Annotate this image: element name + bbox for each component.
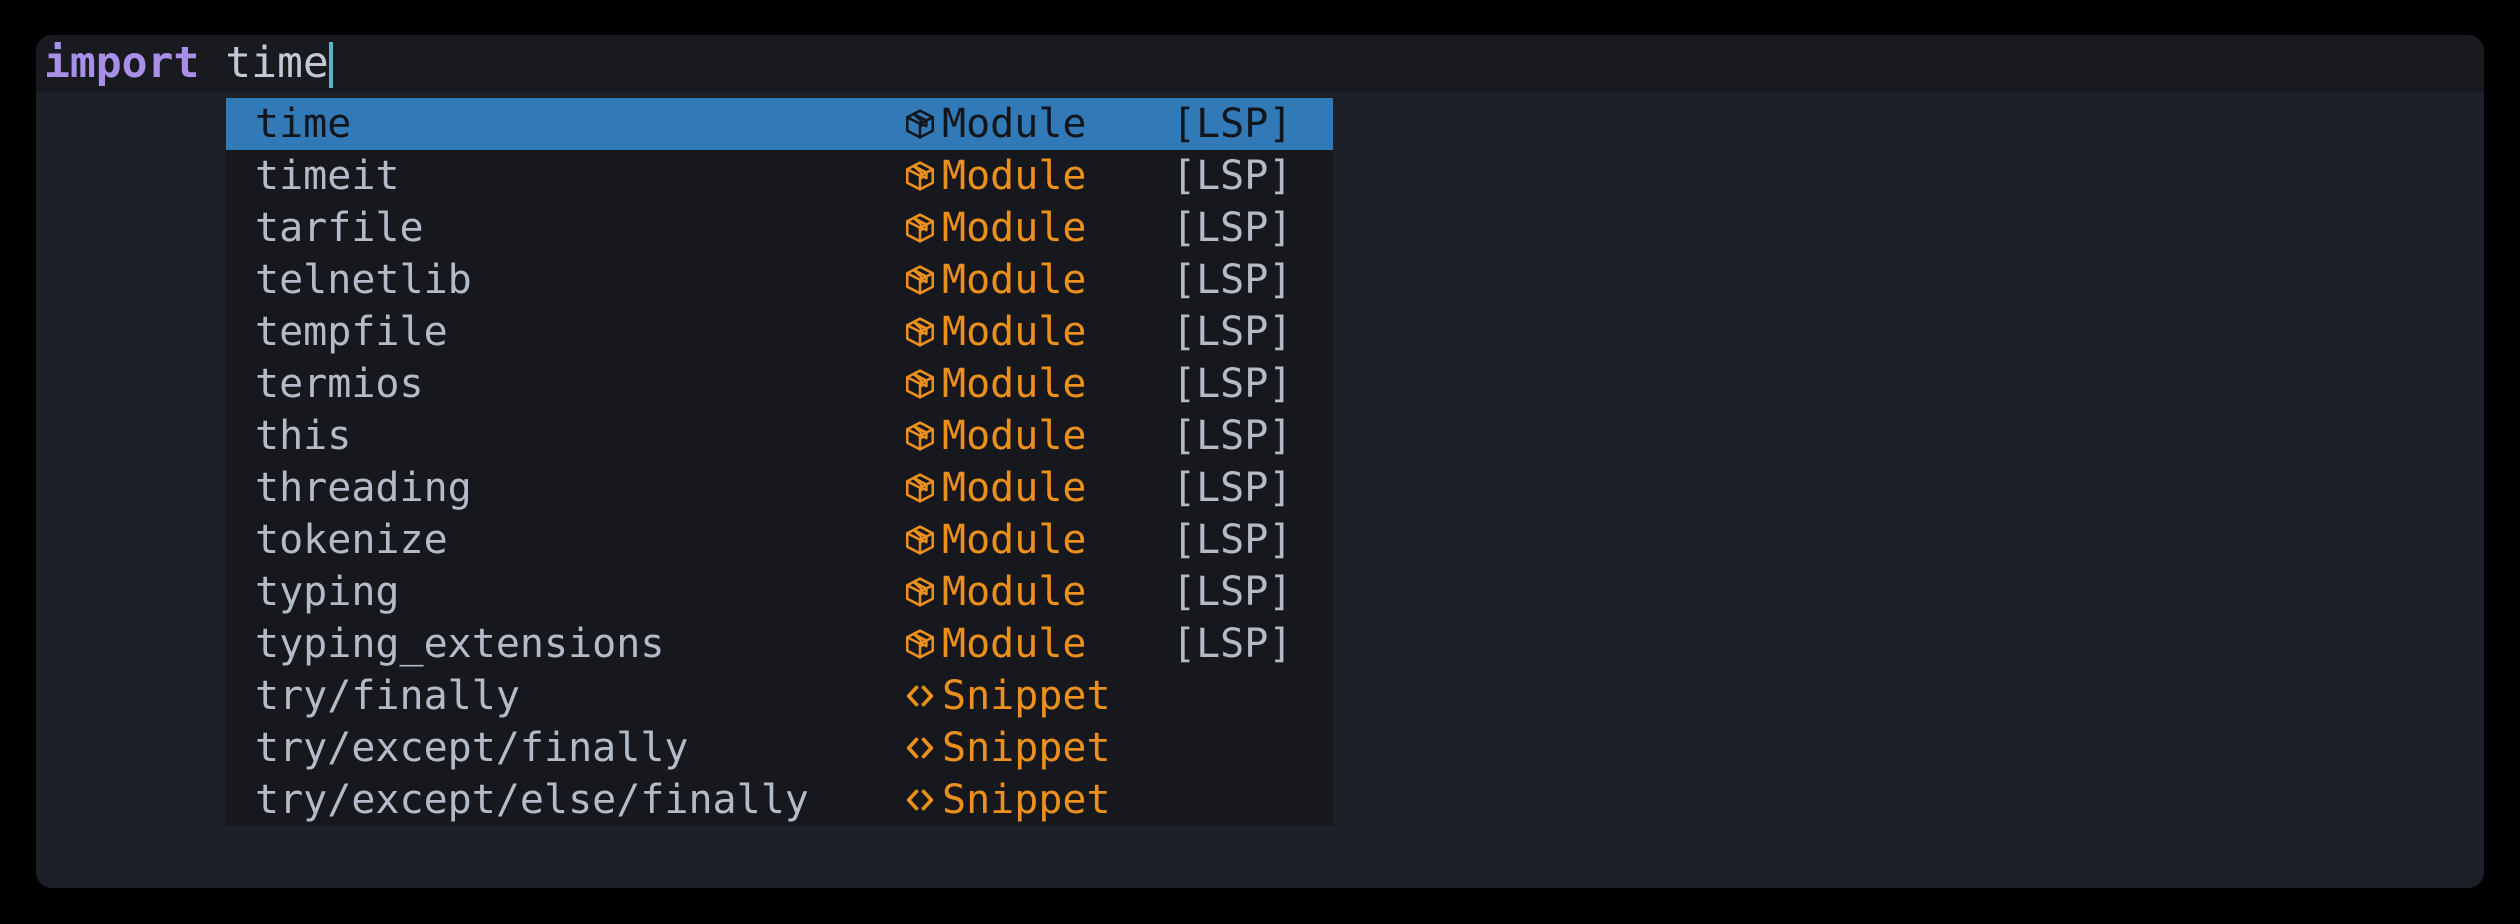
completion-item-source: [LSP] — [1172, 153, 1293, 199]
completion-item-kind-label: Module — [942, 413, 1087, 459]
completion-item-source: [LSP] — [1172, 569, 1293, 615]
completion-item-source: [LSP] — [1172, 257, 1293, 303]
completion-item-kind: Module — [900, 618, 1087, 670]
completion-item-kind: Module — [900, 98, 1087, 150]
completion-item-kind-label: Module — [942, 621, 1087, 667]
completion-item-kind-label: Module — [942, 101, 1087, 147]
completion-item-kind: Snippet — [900, 722, 1111, 774]
angle-brackets-icon — [900, 728, 940, 768]
code-line[interactable]: import time — [36, 35, 2484, 92]
completion-item[interactable]: typing Module [LSP] — [226, 566, 1333, 618]
completion-item-kind-label: Module — [942, 205, 1087, 251]
text-cursor — [328, 41, 333, 88]
completion-item-label: tarfile — [255, 205, 424, 251]
completion-item-kind-label: Snippet — [942, 725, 1111, 771]
completion-item-label: try/except/else/finally — [255, 777, 809, 823]
completion-item[interactable]: try/finally Snippet — [226, 670, 1333, 722]
completion-item-kind: Module — [900, 358, 1087, 410]
package-icon — [900, 260, 940, 300]
completion-item-label: telnetlib — [255, 257, 472, 303]
completion-item-kind-label: Module — [942, 309, 1087, 355]
completion-item-kind: Module — [900, 462, 1087, 514]
package-icon — [900, 624, 940, 664]
completion-item-kind: Snippet — [900, 670, 1111, 722]
completion-item-label: time — [255, 101, 352, 147]
completion-item-label: tempfile — [255, 309, 448, 355]
completion-item-kind: Module — [900, 202, 1087, 254]
package-icon — [900, 364, 940, 404]
completion-item-kind-label: Module — [942, 257, 1087, 303]
completion-item-source: [LSP] — [1172, 101, 1293, 147]
completion-item[interactable]: telnetlib Module [LSP] — [226, 254, 1333, 306]
completion-item[interactable]: termios Module [LSP] — [226, 358, 1333, 410]
completion-item[interactable]: threading Module [LSP] — [226, 462, 1333, 514]
package-icon — [900, 520, 940, 560]
angle-brackets-icon — [900, 780, 940, 820]
completion-item[interactable]: time Module [LSP] — [226, 98, 1333, 150]
completion-item-label: threading — [255, 465, 472, 511]
completion-item-kind: Module — [900, 514, 1087, 566]
package-icon — [900, 468, 940, 508]
completion-item-source: [LSP] — [1172, 205, 1293, 251]
editor-window: import time time Module [LSP] timeit Module [… — [36, 35, 2484, 888]
completion-item-label: tokenize — [255, 517, 448, 563]
completion-item[interactable]: typing_extensions Module [LSP] — [226, 618, 1333, 670]
completion-item-kind-label: Module — [942, 465, 1087, 511]
completion-item[interactable]: try/except/else/finally Snippet — [226, 774, 1333, 826]
completion-item-label: try/finally — [255, 673, 520, 719]
completion-item-kind: Module — [900, 254, 1087, 306]
completion-item-label: typing_extensions — [255, 621, 665, 667]
completion-item[interactable]: tarfile Module [LSP] — [226, 202, 1333, 254]
completion-item[interactable]: try/except/finally Snippet — [226, 722, 1333, 774]
completion-item[interactable]: tokenize Module [LSP] — [226, 514, 1333, 566]
completion-item-label: termios — [255, 361, 424, 407]
completion-item-kind: Module — [900, 410, 1087, 462]
completion-item[interactable]: this Module [LSP] — [226, 410, 1333, 462]
completion-item-label: timeit — [255, 153, 400, 199]
package-icon — [900, 156, 940, 196]
code-token-text: time — [225, 38, 329, 88]
completion-item-label: typing — [255, 569, 400, 615]
completion-popup[interactable]: time Module [LSP] timeit Module [LSP] tarfile M… — [226, 98, 1333, 826]
completion-item[interactable]: tempfile Module [LSP] — [226, 306, 1333, 358]
package-icon — [900, 104, 940, 144]
angle-brackets-icon — [900, 676, 940, 716]
completion-item-kind-label: Module — [942, 517, 1087, 563]
completion-item[interactable]: timeit Module [LSP] — [226, 150, 1333, 202]
completion-item-source: [LSP] — [1172, 413, 1293, 459]
package-icon — [900, 416, 940, 456]
completion-item-source: [LSP] — [1172, 621, 1293, 667]
completion-item-source: [LSP] — [1172, 465, 1293, 511]
package-icon — [900, 312, 940, 352]
package-icon — [900, 208, 940, 248]
completion-item-source: [LSP] — [1172, 361, 1293, 407]
code-token-keyword: import — [44, 38, 200, 88]
completion-item-kind-label: Snippet — [942, 777, 1111, 823]
completion-item-kind-label: Module — [942, 361, 1087, 407]
completion-item-kind: Snippet — [900, 774, 1111, 826]
completion-item-label: try/except/finally — [255, 725, 689, 771]
completion-item-kind: Module — [900, 150, 1087, 202]
completion-item-kind: Module — [900, 566, 1087, 618]
completion-item-kind-label: Snippet — [942, 673, 1111, 719]
completion-item-source: [LSP] — [1172, 517, 1293, 563]
completion-item-kind-label: Module — [942, 153, 1087, 199]
completion-item-kind: Module — [900, 306, 1087, 358]
completion-item-label: this — [255, 413, 352, 459]
completion-item-source: [LSP] — [1172, 309, 1293, 355]
completion-item-kind-label: Module — [942, 569, 1087, 615]
package-icon — [900, 572, 940, 612]
